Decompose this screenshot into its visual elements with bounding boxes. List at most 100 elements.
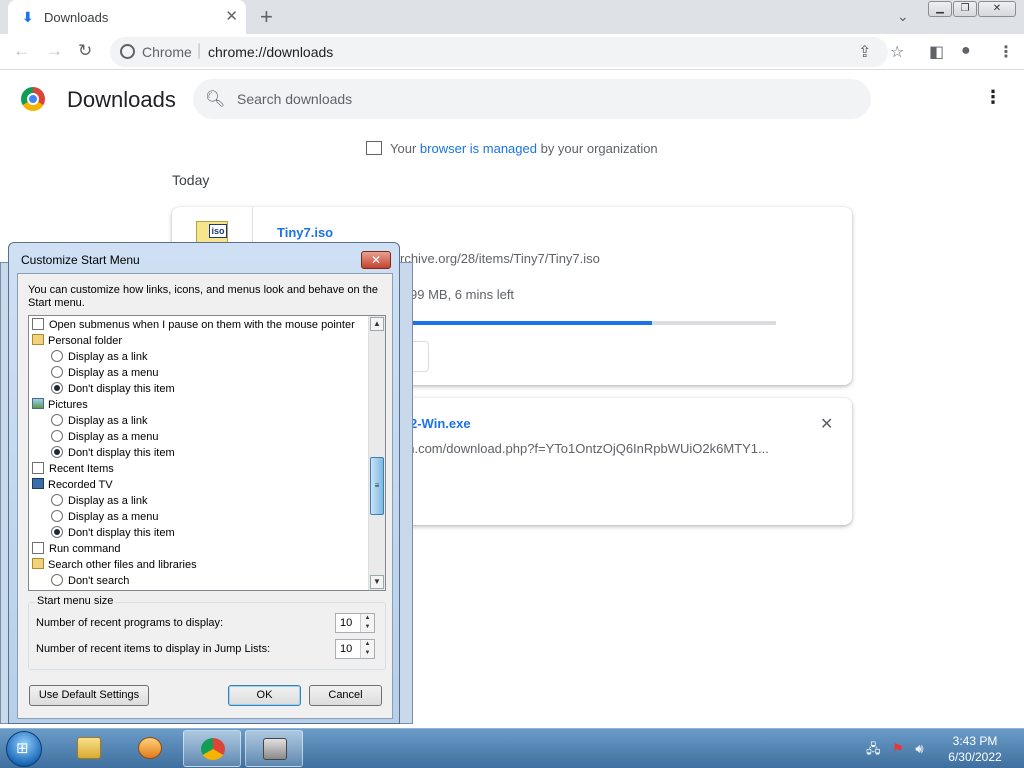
download-status: 99 MB, 6 mins left bbox=[410, 287, 515, 302]
options-scrollbar[interactable]: ▲ ≡ ▼ bbox=[368, 316, 385, 590]
tab-downloads[interactable]: ⬇ Downloads ✕ bbox=[8, 0, 246, 34]
ok-button[interactable]: OK bbox=[228, 685, 301, 706]
section-today: Today bbox=[172, 172, 210, 188]
option-checkbox[interactable]: Open submenus when I pause on them with … bbox=[32, 318, 355, 334]
new-tab-button[interactable]: + bbox=[260, 4, 273, 30]
downloads-menu-icon[interactable]: ⋮ bbox=[984, 87, 1002, 108]
option-label: Display as a menu bbox=[68, 511, 159, 523]
recent-programs-spinner[interactable]: 10 ▲ ▼ bbox=[335, 613, 375, 633]
url-text: chrome://downloads bbox=[208, 44, 334, 60]
option-label: Open submenus when I pause on them with … bbox=[49, 319, 355, 331]
spin-down-icon[interactable]: ▼ bbox=[360, 623, 374, 632]
remove-download-icon[interactable]: ✕ bbox=[820, 414, 833, 434]
option-checkbox[interactable]: Run command bbox=[32, 542, 121, 558]
jump-list-label: Number of recent items to display in Jum… bbox=[36, 643, 271, 655]
clock[interactable]: 3:43 PM 6/30/2022 bbox=[940, 733, 1010, 765]
checkbox-icon bbox=[32, 462, 44, 474]
chrome-menu-icon[interactable]: ⋮ bbox=[998, 42, 1014, 62]
radio-icon bbox=[51, 366, 63, 378]
dialog-close-button[interactable]: ✕ bbox=[361, 251, 391, 269]
download-filename[interactable]: 2-Win.exe bbox=[410, 416, 471, 431]
option-checkbox[interactable]: Recent Items bbox=[32, 462, 114, 478]
managed-notice: Your browser is managed by your organiza… bbox=[366, 141, 658, 156]
option-radio[interactable]: Don't display this item bbox=[51, 382, 175, 398]
option-radio[interactable]: Don't search bbox=[51, 574, 129, 590]
profile-avatar-icon[interactable]: ● bbox=[961, 42, 971, 60]
option-label: Search other files and libraries bbox=[48, 559, 197, 571]
scroll-down-arrow-icon[interactable]: ▼ bbox=[370, 575, 384, 589]
option-label: Don't display this item bbox=[68, 527, 175, 539]
options-list[interactable]: Open submenus when I pause on them with … bbox=[28, 315, 386, 591]
tab-title: Downloads bbox=[44, 10, 109, 25]
radio-icon bbox=[51, 350, 63, 362]
option-label: Display as a link bbox=[68, 495, 148, 507]
taskbar: ⊞ 🖧 ⚑ 🔊︎ 3:43 PM 6/30/2022 bbox=[0, 728, 1024, 768]
pictures-icon bbox=[32, 398, 44, 409]
managed-link[interactable]: browser is managed bbox=[420, 141, 537, 156]
taskbar-system[interactable] bbox=[245, 730, 303, 767]
option-radio[interactable]: Don't display this item bbox=[51, 446, 175, 462]
forward-arrow-icon[interactable]: → bbox=[46, 41, 63, 61]
tab-search-chevron-icon[interactable]: ⌄ bbox=[897, 8, 909, 25]
radio-icon bbox=[51, 574, 63, 586]
option-radio[interactable]: Display as a menu bbox=[51, 366, 159, 382]
download-filename[interactable]: Tiny7.iso bbox=[277, 225, 333, 240]
chrome-logo-icon bbox=[21, 87, 45, 111]
taskbar-media-player[interactable] bbox=[121, 730, 179, 767]
spin-up-icon[interactable]: ▲ bbox=[360, 614, 374, 623]
radio-icon bbox=[51, 430, 63, 442]
option-radio[interactable]: Display as a menu bbox=[51, 430, 159, 446]
option-radio[interactable]: Display as a link bbox=[51, 414, 147, 430]
option-radio[interactable]: Display as a link bbox=[51, 494, 147, 510]
browser-toolbar: ← → ↻ Chrome | chrome://downloads ⇪ ☆ ◧ … bbox=[0, 34, 1024, 70]
download-progress-fill bbox=[410, 321, 652, 325]
download-progress-bar bbox=[410, 321, 776, 325]
restore-button[interactable]: ❐ bbox=[953, 1, 977, 17]
volume-icon[interactable]: 🔊︎ bbox=[915, 741, 923, 756]
size-legend: Start menu size bbox=[35, 595, 116, 607]
folder-icon bbox=[32, 334, 44, 345]
dialog-title: Customize Start Menu bbox=[21, 253, 140, 267]
action-center-icon[interactable]: ⚑ bbox=[892, 741, 904, 756]
cancel-button[interactable]: Cancel bbox=[309, 685, 382, 706]
taskbar-explorer[interactable] bbox=[60, 730, 118, 767]
search-icon: 🔍︎ bbox=[205, 91, 226, 108]
window-close-button[interactable]: ✕ bbox=[978, 1, 1016, 17]
option-group: Search other files and libraries bbox=[32, 558, 197, 574]
jump-list-spinner[interactable]: 10 ▲ ▼ bbox=[335, 639, 375, 659]
start-button[interactable]: ⊞ bbox=[6, 731, 42, 767]
download-url[interactable]: rchive.org/28/items/Tiny7/Tiny7.iso bbox=[400, 251, 600, 266]
spin-down-icon[interactable]: ▼ bbox=[360, 649, 374, 658]
scroll-up-arrow-icon[interactable]: ▲ bbox=[370, 317, 384, 331]
site-label: Chrome bbox=[142, 44, 192, 60]
share-icon[interactable]: ⇪ bbox=[858, 42, 871, 62]
option-label: Recent Items bbox=[49, 463, 114, 475]
minimize-button[interactable]: ▁ bbox=[928, 1, 952, 17]
windows-logo-icon: ⊞ bbox=[16, 740, 29, 757]
address-bar[interactable]: Chrome | chrome://downloads bbox=[110, 37, 888, 67]
side-panel-icon[interactable]: ◧ bbox=[929, 42, 944, 62]
checkbox-icon bbox=[32, 542, 44, 554]
media-player-icon bbox=[138, 737, 162, 759]
option-label: Personal folder bbox=[48, 335, 122, 347]
option-label: Recorded TV bbox=[48, 479, 113, 491]
clock-time: 3:43 PM bbox=[952, 734, 998, 748]
option-radio[interactable]: Display as a link bbox=[51, 350, 147, 366]
taskbar-chrome[interactable] bbox=[183, 730, 241, 767]
page-title: Downloads bbox=[67, 87, 176, 112]
reload-icon[interactable]: ↻ bbox=[78, 41, 92, 61]
bookmark-star-icon[interactable]: ☆ bbox=[890, 42, 904, 62]
address-separator: | bbox=[197, 42, 202, 59]
use-default-settings-button[interactable]: Use Default Settings bbox=[29, 685, 149, 706]
spin-up-icon[interactable]: ▲ bbox=[360, 640, 374, 649]
network-icon[interactable]: 🖧 bbox=[866, 741, 881, 756]
option-radio[interactable]: Display as a menu bbox=[51, 510, 159, 526]
option-radio[interactable]: Don't display this item bbox=[51, 526, 175, 542]
option-label: Don't display this item bbox=[68, 447, 175, 459]
scroll-thumb[interactable]: ≡ bbox=[370, 457, 384, 515]
search-downloads-input[interactable]: 🔍︎ Search downloads bbox=[193, 79, 871, 119]
tab-close-icon[interactable]: ✕ bbox=[225, 7, 238, 25]
chrome-icon bbox=[201, 738, 225, 760]
back-arrow-icon[interactable]: ← bbox=[13, 41, 30, 61]
download-url[interactable]: on.com/download.php?f=YTo1OntzOjQ6InRpbW… bbox=[400, 441, 769, 456]
